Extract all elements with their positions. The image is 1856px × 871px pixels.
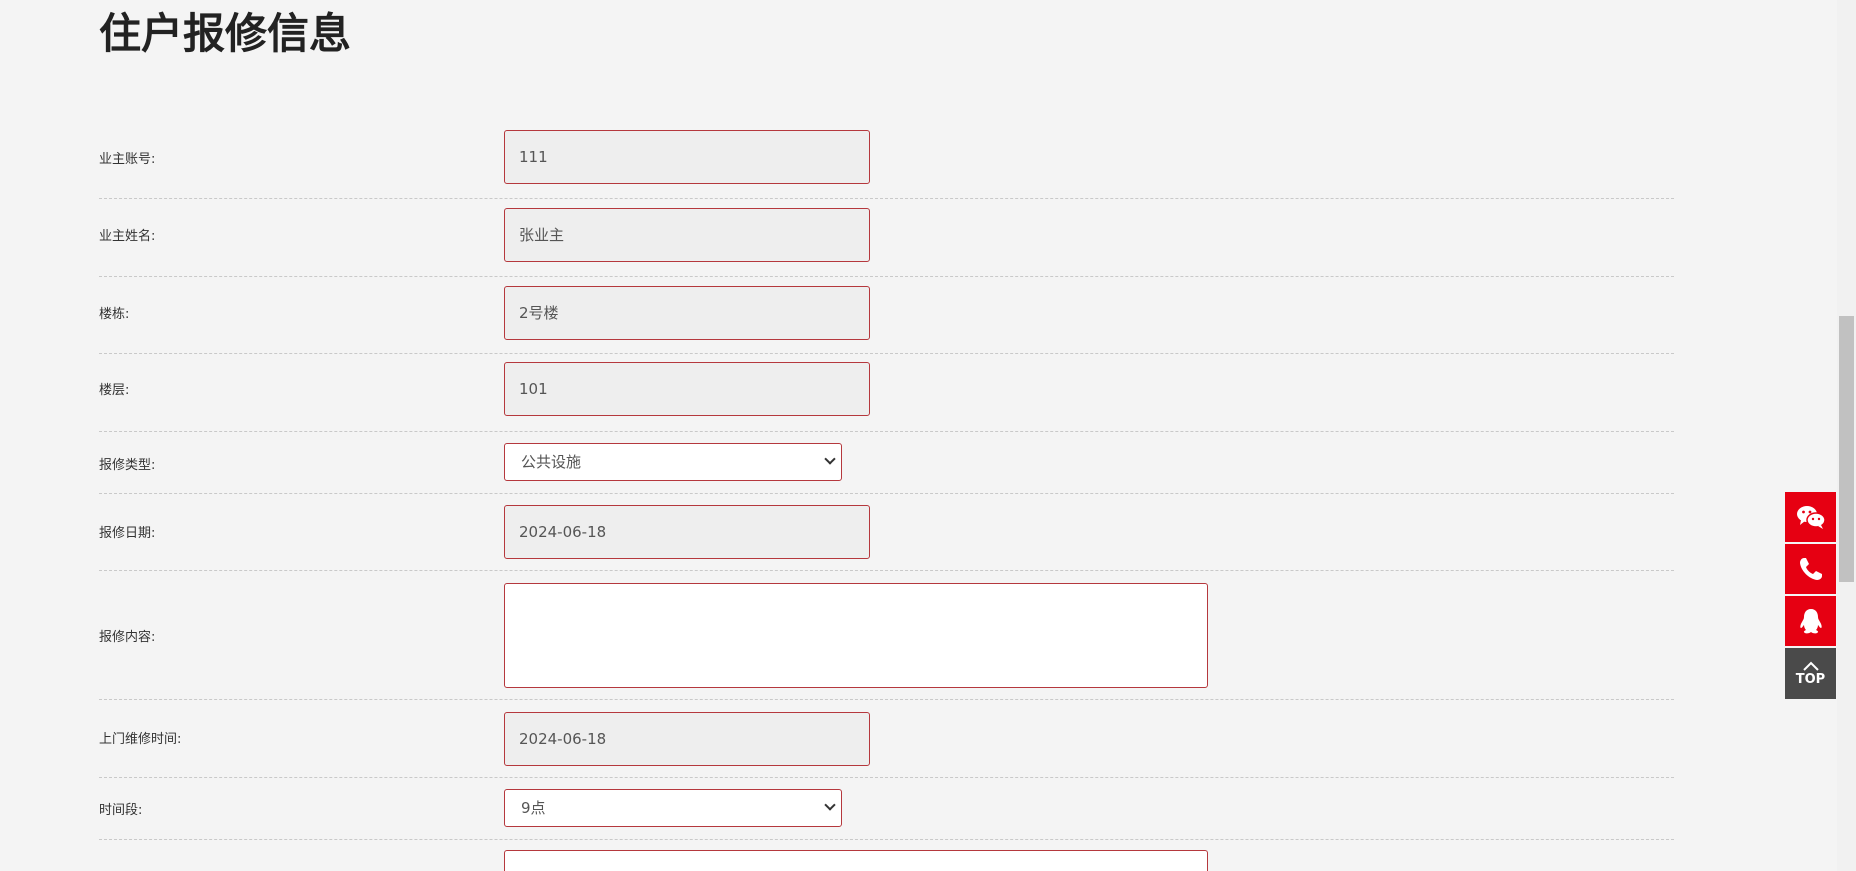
side-tools: TOP xyxy=(1785,492,1836,701)
time-slot-selected: 9点 xyxy=(521,799,546,817)
repair-date-label: 报修日期: xyxy=(99,526,156,541)
repair-type-label: 报修类型: xyxy=(99,458,156,473)
owner-name-label: 业主姓名: xyxy=(99,229,156,244)
repair-date-input[interactable]: 2024-06-18 xyxy=(504,505,870,559)
row-owner-account: 业主账号: 111 xyxy=(99,122,1674,199)
qq-button[interactable] xyxy=(1785,596,1836,646)
row-repair-date: 报修日期: 2024-06-18 xyxy=(99,494,1674,571)
next-textarea[interactable] xyxy=(504,850,1208,871)
repair-content-label: 报修内容: xyxy=(99,630,156,645)
row-repair-content: 报修内容: xyxy=(99,571,1674,700)
building-label: 楼栋: xyxy=(99,307,130,322)
chevron-up-icon xyxy=(1802,661,1819,671)
row-owner-name: 业主姓名: 张业主 xyxy=(99,199,1674,277)
vertical-scrollbar[interactable] xyxy=(1837,0,1856,871)
owner-account-input[interactable]: 111 xyxy=(504,130,870,184)
floor-input[interactable]: 101 xyxy=(504,362,870,416)
page: 住户报修信息 业主账号: 111 业主姓名: 张业主 楼栋: 2号楼 楼层: 1… xyxy=(0,0,1856,871)
time-slot-label: 时间段: xyxy=(99,803,143,818)
page-title: 住户报修信息 xyxy=(99,9,352,58)
phone-icon xyxy=(1799,558,1822,580)
qq-icon xyxy=(1799,609,1822,634)
chevron-down-icon xyxy=(824,453,836,465)
row-next-partial xyxy=(99,840,1674,871)
row-time-slot: 时间段: 9点 xyxy=(99,778,1674,840)
phone-button[interactable] xyxy=(1785,544,1836,594)
wechat-button[interactable] xyxy=(1785,492,1836,542)
back-to-top-label: TOP xyxy=(1795,671,1826,687)
repair-form: 业主账号: 111 业主姓名: 张业主 楼栋: 2号楼 楼层: 101 报修类型… xyxy=(99,122,1674,871)
back-to-top-button[interactable]: TOP xyxy=(1785,648,1836,699)
time-slot-select[interactable]: 9点 xyxy=(504,789,842,827)
row-building: 楼栋: 2号楼 xyxy=(99,277,1674,354)
row-floor: 楼层: 101 xyxy=(99,354,1674,432)
row-repair-type: 报修类型: 公共设施 xyxy=(99,432,1674,494)
owner-account-label: 业主账号: xyxy=(99,152,156,167)
scrollbar-thumb[interactable] xyxy=(1839,316,1854,582)
floor-label: 楼层: xyxy=(99,383,130,398)
owner-name-input[interactable]: 张业主 xyxy=(504,208,870,262)
chevron-down-icon xyxy=(824,799,836,811)
repair-type-selected: 公共设施 xyxy=(521,453,582,471)
repair-content-textarea[interactable] xyxy=(504,583,1208,688)
building-input[interactable]: 2号楼 xyxy=(504,286,870,340)
row-visit-time: 上门维修时间: 2024-06-18 xyxy=(99,700,1674,778)
visit-time-input[interactable]: 2024-06-18 xyxy=(504,712,870,766)
visit-time-label: 上门维修时间: xyxy=(99,732,182,747)
repair-type-select[interactable]: 公共设施 xyxy=(504,443,842,481)
wechat-icon xyxy=(1796,506,1826,529)
